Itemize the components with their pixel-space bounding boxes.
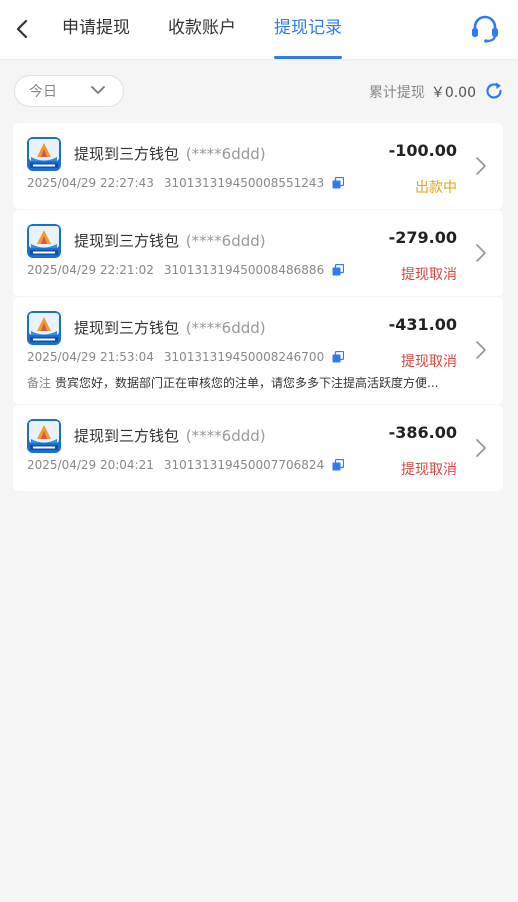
tab-label: 申请提现: [62, 18, 130, 38]
record-title-text: 提现到三方钱包: [74, 232, 180, 250]
tab-label: 收款账户: [168, 18, 236, 38]
record-title-text: 提现到三方钱包: [74, 145, 180, 163]
record-title: 提现到三方钱包 (****6ddd): [74, 230, 266, 251]
copy-icon[interactable]: [332, 459, 345, 471]
record-meta: 2025/04/29 21:53:04 31013131945000824670…: [27, 350, 345, 364]
record-title-text: 提现到三方钱包: [74, 319, 180, 337]
copy-icon[interactable]: [332, 177, 345, 189]
withdraw-record-card[interactable]: 提现到三方钱包 (****6ddd) 2025/04/29 22:27:43 3…: [13, 123, 503, 209]
customer-service-button[interactable]: [466, 13, 504, 45]
record-meta: 2025/04/29 22:27:43 31013131945000855124…: [27, 176, 345, 190]
record-amount: -431.00: [388, 315, 457, 334]
wallet-logo: [27, 419, 61, 453]
record-account: (****6ddd): [185, 427, 266, 445]
wallet-logo: [27, 311, 61, 345]
chevron-right-icon: [476, 341, 486, 359]
record-account: (****6ddd): [185, 319, 266, 337]
record-order-no: 310131319450008551243: [163, 176, 325, 190]
record-title: 提现到三方钱包 (****6ddd): [74, 317, 266, 338]
date-range-value: 今日: [29, 84, 57, 100]
withdraw-record-card[interactable]: 提现到三方钱包 (****6ddd) 2025/04/29 20:04:21 3…: [13, 405, 503, 491]
record-order-no: 310131319450008486886: [163, 263, 325, 277]
withdraw-record-card[interactable]: 提现到三方钱包 (****6ddd) 2025/04/29 22:21:02 3…: [13, 210, 503, 296]
total-withdrawn-label: 累计提现: [368, 85, 425, 101]
record-time: 2025/04/29 22:21:02: [27, 263, 154, 277]
record-note-text: 贵宾您好，数据部门正在审核您的注单，请您多多下注提高活跃度方便...: [55, 376, 439, 390]
record-time: 2025/04/29 22:27:43: [27, 176, 154, 190]
tab-label: 提现记录: [274, 18, 342, 38]
active-tab-indicator: [274, 56, 342, 59]
record-title: 提现到三方钱包 (****6ddd): [74, 143, 266, 164]
record-amount: -386.00: [388, 423, 457, 442]
tab-apply-withdraw[interactable]: 申请提现: [62, 0, 130, 59]
record-status: 出款中: [415, 180, 457, 196]
record-title-text: 提现到三方钱包: [74, 427, 180, 445]
tab-withdraw-records[interactable]: 提现记录: [274, 0, 342, 59]
record-meta: 2025/04/29 22:21:02 31013131945000848688…: [27, 263, 345, 277]
total-withdrawn-amount: ￥0.00: [430, 85, 476, 101]
record-meta: 2025/04/29 20:04:21 31013131945000770682…: [27, 458, 345, 472]
chevron-right-icon: [476, 157, 486, 175]
record-status: 提现取消: [401, 267, 457, 283]
back-button[interactable]: [10, 14, 34, 44]
record-note: 备注 贵宾您好，数据部门正在审核您的注单，请您多多下注提高活跃度方便...: [27, 374, 457, 391]
chevron-down-icon: [91, 86, 105, 94]
top-nav-bar: 申请提现 收款账户 提现记录: [0, 0, 518, 60]
record-account: (****6ddd): [185, 232, 266, 250]
date-range-select[interactable]: 今日: [14, 75, 124, 107]
record-time: 2025/04/29 21:53:04: [27, 350, 154, 364]
refresh-icon[interactable]: [484, 81, 504, 101]
copy-icon[interactable]: [332, 351, 345, 363]
chevron-left-icon: [16, 19, 28, 39]
record-status: 提现取消: [401, 462, 457, 478]
record-order-no: 310131319450007706824: [163, 458, 325, 472]
headset-icon: [472, 15, 498, 43]
tab-payee-accounts[interactable]: 收款账户: [168, 0, 236, 59]
record-amount: -100.00: [388, 141, 457, 160]
wallet-logo: [27, 224, 61, 258]
record-title: 提现到三方钱包 (****6ddd): [74, 425, 266, 446]
record-note-label: 备注: [27, 376, 52, 390]
copy-icon[interactable]: [332, 264, 345, 276]
chevron-right-icon: [476, 439, 486, 457]
record-status: 提现取消: [401, 354, 457, 370]
record-amount: -279.00: [388, 228, 457, 247]
wallet-logo: [27, 137, 61, 171]
withdraw-record-card[interactable]: 提现到三方钱包 (****6ddd) 2025/04/29 21:53:04 3…: [13, 297, 503, 404]
record-order-no: 310131319450008246700: [163, 350, 325, 364]
record-account: (****6ddd): [185, 145, 266, 163]
chevron-right-icon: [476, 244, 486, 262]
total-withdrawn: 累计提现 ￥0.00: [369, 82, 476, 102]
record-time: 2025/04/29 20:04:21: [27, 458, 154, 472]
